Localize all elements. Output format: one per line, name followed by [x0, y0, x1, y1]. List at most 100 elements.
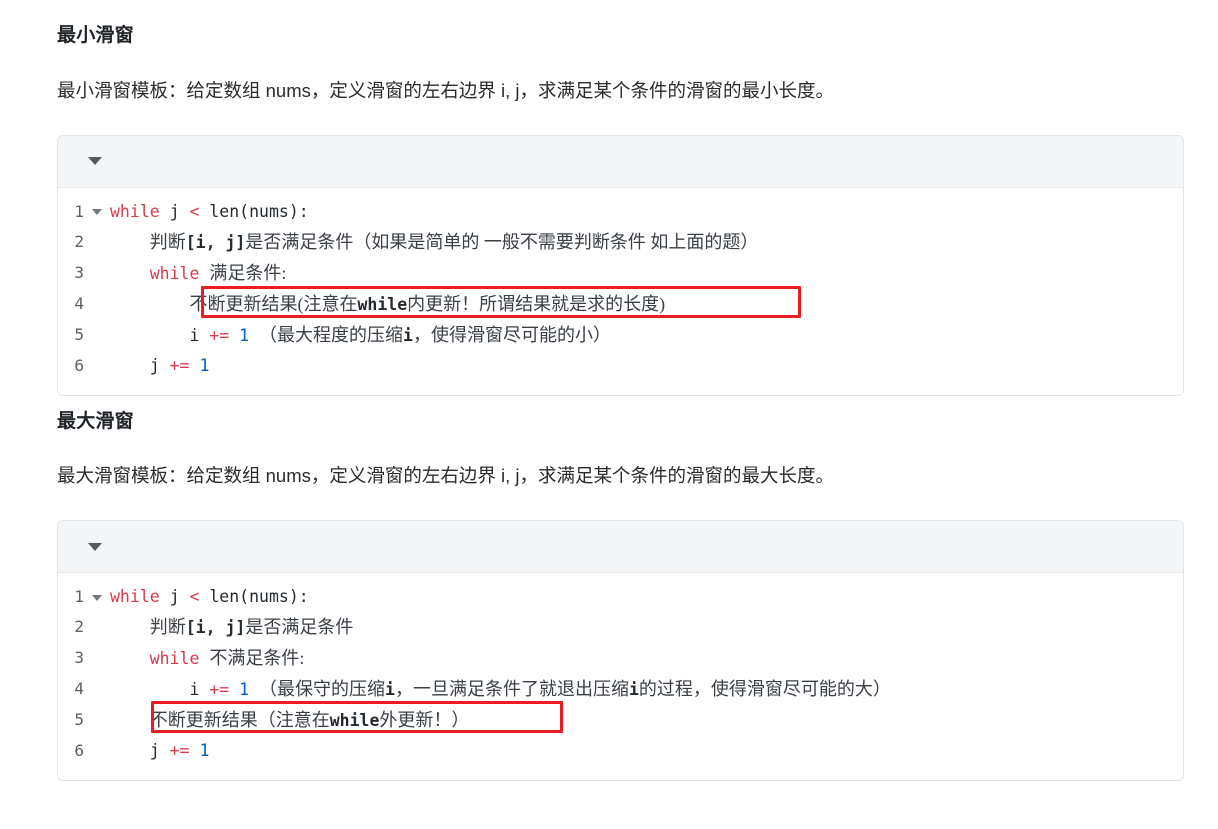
fold-toggle-cell: [84, 736, 110, 766]
code-number: 1: [199, 355, 210, 375]
code-comment-cn: （最大程度的压缩: [259, 324, 404, 345]
code-comment-cn: 不断更新结果(注意在: [189, 293, 358, 314]
code-line-source: 判断[i, j]是否满足条件（如果是简单的 一般不需要判断条件 如上面的题）: [110, 227, 1183, 258]
section-description: 最大滑窗模板：给定数组 nums，定义滑窗的左右边界 i, j，求满足某个条件的…: [57, 465, 835, 487]
code-comment-cn: ，一旦满足条件了就退出压缩: [394, 679, 629, 699]
code-comment-cn: 判断: [149, 231, 186, 252]
content-section: 最小滑窗最小滑窗模板：给定数组 nums，定义滑窗的左右边界 i, j，求满足某…: [57, 24, 1184, 396]
code-line: 4 i += 1 （最保守的压缩i，一旦满足条件了就退出压缩i的过程，使得滑窗尽…: [58, 674, 1183, 705]
fold-toggle-cell: [84, 289, 110, 320]
code-line: 5 i += 1 （最大程度的压缩i，使得滑窗尽可能的小）: [58, 320, 1183, 351]
code-text: j: [159, 587, 190, 606]
fold-toggle-cell: [84, 351, 110, 381]
code-keyword: while: [149, 649, 200, 668]
line-number: 1: [74, 587, 84, 606]
code-identifier: i: [385, 680, 395, 699]
sections-container: 最小滑窗最小滑窗模板：给定数组 nums，定义滑窗的左右边界 i, j，求满足某…: [57, 24, 1184, 781]
fold-toggle-cell: [84, 320, 110, 351]
code-line: 1 while j < len(nums):: [58, 582, 1183, 612]
code-line-source: i += 1 （最保守的压缩i，一旦满足条件了就退出压缩i的过程，使得滑窗尽可能…: [110, 674, 1183, 705]
code-line-source: j += 1: [110, 351, 1183, 381]
code-line-source: while 满足条件:: [110, 258, 1183, 289]
caret-down-icon[interactable]: [92, 594, 102, 601]
fold-toggle-cell: [84, 643, 110, 674]
line-number: 3: [74, 262, 84, 282]
code-line-source: 判断[i, j]是否满足条件: [110, 612, 1183, 643]
line-number: 4: [74, 293, 84, 313]
code-comment-cn: 内更新！所谓结果就是求的长度): [407, 293, 666, 314]
code-line: 3 while 满足条件:: [58, 258, 1183, 289]
code-identifier: while: [329, 711, 380, 730]
fold-toggle-cell: [84, 674, 110, 705]
code-block-content: 1 while j < len(nums): 2 判断[i, j]是否满足条件（如果…: [58, 187, 1183, 395]
line-number: 4: [74, 679, 84, 698]
code-line-source: j += 1: [110, 736, 1183, 766]
code-comment-cn: 判断: [149, 617, 186, 637]
code-operator: +=: [209, 325, 230, 345]
fold-toggle-cell: [84, 258, 110, 289]
document-body: 最小滑窗最小滑窗模板：给定数组 nums，定义滑窗的左右边界 i, j，求满足某…: [0, 0, 1218, 781]
line-number: 2: [74, 231, 84, 251]
fold-toggle-cell[interactable]: [84, 582, 110, 612]
code-text: j: [149, 355, 170, 375]
section-heading: 最大滑窗: [57, 410, 134, 432]
code-operator: +=: [169, 741, 190, 760]
fold-toggle-cell: [84, 227, 110, 258]
fold-toggle-cell: [84, 705, 110, 736]
code-line: 6 j += 1: [58, 736, 1183, 766]
code-text: len(nums):: [199, 587, 309, 606]
line-number: 3: [74, 648, 84, 667]
code-operator: <: [189, 201, 200, 221]
code-block-toolbar: [58, 521, 1183, 573]
code-block: 1 while j < len(nums): 2 判断[i, j]是否满足条件（如果…: [57, 134, 1184, 396]
code-operator: +=: [169, 355, 190, 375]
code-comment-cn: 外更新！）: [379, 710, 470, 730]
line-number: 5: [74, 324, 84, 344]
code-keyword: while: [149, 263, 200, 283]
code-block: 1 while j < len(nums): 2 判断[i, j]是否满足条件 3 w…: [57, 520, 1184, 781]
code-line-source: 不断更新结果(注意在while内更新！所谓结果就是求的长度): [110, 289, 1183, 320]
code-line-source: 不断更新结果（注意在while外更新！）: [110, 705, 1183, 736]
fold-toggle-cell: [84, 612, 110, 643]
fold-toggle-cell[interactable]: [84, 197, 110, 227]
code-line: 2 判断[i, j]是否满足条件: [58, 612, 1183, 643]
line-number: 5: [74, 710, 84, 729]
code-lines-table: 1 while j < len(nums): 2 判断[i, j]是否满足条件 3 w…: [58, 582, 1183, 766]
section-heading: 最小滑窗: [57, 25, 134, 46]
code-block-content: 1 while j < len(nums): 2 判断[i, j]是否满足条件 3 w…: [58, 573, 1183, 780]
code-line: 6 j += 1: [58, 351, 1183, 381]
code-comment-cn: 不满足条件:: [209, 648, 305, 668]
code-line-source: while 不满足条件:: [110, 643, 1183, 674]
code-identifier: i: [628, 680, 639, 699]
code-number: 1: [239, 325, 250, 345]
caret-down-icon[interactable]: [88, 542, 102, 551]
line-number: 2: [74, 617, 84, 636]
code-comment-cn: ，使得滑窗尽可能的小）: [412, 324, 611, 345]
code-identifier: [i, j]: [185, 232, 246, 252]
code-comment-cn: 满足条件:: [209, 262, 287, 283]
section-description: 最小滑窗模板：给定数组 nums，定义滑窗的左右边界 i, j，求满足某个条件的…: [57, 79, 835, 101]
caret-down-icon[interactable]: [88, 157, 102, 165]
code-line: 1 while j < len(nums):: [58, 197, 1183, 227]
code-line-source: while j < len(nums):: [110, 197, 1183, 227]
code-line: 3 while 不满足条件:: [58, 643, 1183, 674]
code-identifier: i: [403, 325, 413, 345]
code-line-source: i += 1 （最大程度的压缩i，使得滑窗尽可能的小）: [110, 320, 1183, 351]
code-operator: <: [189, 587, 200, 606]
code-block-toolbar: [58, 135, 1183, 188]
code-number: 1: [239, 680, 250, 699]
code-text: j: [149, 741, 170, 760]
code-text: len(nums):: [199, 201, 309, 221]
code-identifier: while: [357, 294, 408, 314]
code-keyword: while: [110, 587, 160, 606]
caret-down-icon[interactable]: [92, 209, 102, 215]
code-line: 5 不断更新结果（注意在while外更新！）: [58, 705, 1183, 736]
line-number: 6: [74, 741, 84, 760]
